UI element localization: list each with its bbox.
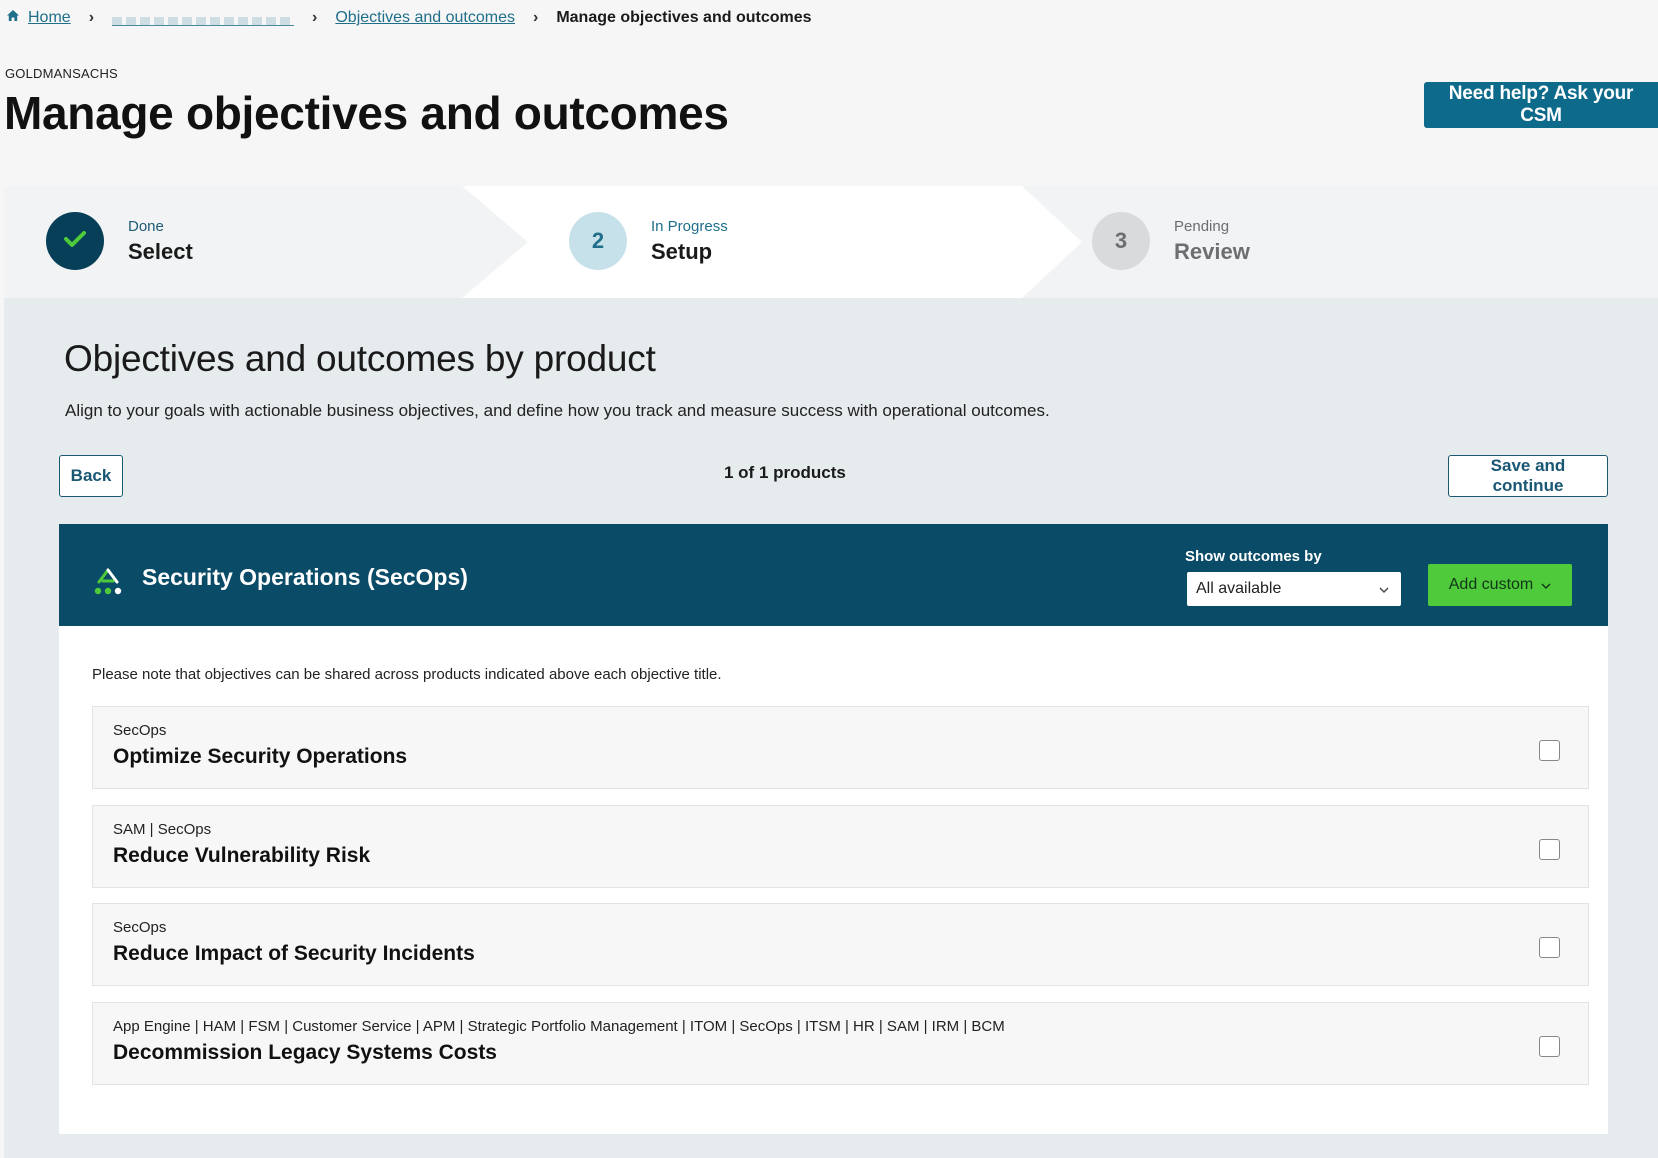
show-outcomes-value: All available xyxy=(1196,580,1282,597)
objective-item[interactable]: SecOps Optimize Security Operations xyxy=(92,706,1589,789)
help-csm-button[interactable]: Need help? Ask your CSM xyxy=(1424,82,1658,128)
step-label: Select xyxy=(128,238,193,264)
step-label: Setup xyxy=(651,238,713,264)
progress-stepper: Done Select 2 In Progress Setup 3 Pendin… xyxy=(4,186,1658,299)
add-custom-button[interactable]: Add custom xyxy=(1428,564,1572,606)
objective-item[interactable]: SecOps Reduce Impact of Security Inciden… xyxy=(92,903,1589,986)
back-button[interactable]: Back xyxy=(59,455,123,497)
step-review[interactable]: 3 Pending Review xyxy=(1092,212,1250,270)
chevron-right-icon: › xyxy=(88,9,95,26)
objective-checkbox[interactable] xyxy=(1539,740,1560,761)
page-title: Manage objectives and outcomes xyxy=(4,87,729,139)
objective-checkbox[interactable] xyxy=(1539,1036,1560,1057)
section-title: Objectives and outcomes by product xyxy=(64,338,656,379)
add-custom-label: Add custom xyxy=(1448,576,1534,593)
checkmark-icon xyxy=(64,228,86,254)
product-name: Security Operations (SecOps) xyxy=(142,564,468,590)
section-description: Align to your goals with actionable busi… xyxy=(65,401,1050,420)
breadcrumb-current: Manage objectives and outcomes xyxy=(556,9,812,26)
product-count: 1 of 1 products xyxy=(724,463,846,482)
objective-products: SecOps xyxy=(113,919,167,936)
objective-title: Optimize Security Operations xyxy=(113,745,408,768)
objective-checkbox[interactable] xyxy=(1539,839,1560,860)
product-card: Security Operations (SecOps) Show outcom… xyxy=(59,524,1608,1134)
save-continue-button[interactable]: Save and continue xyxy=(1448,455,1608,497)
home-icon xyxy=(6,9,20,27)
chevron-down-icon xyxy=(1379,580,1389,598)
main-panel: Objectives and outcomes by product Align… xyxy=(4,298,1658,1158)
step-select[interactable]: Done Select xyxy=(46,212,193,270)
secops-product-icon xyxy=(93,568,123,601)
breadcrumb-objectives-link[interactable]: Objectives and outcomes xyxy=(335,9,515,27)
objective-title: Decommission Legacy Systems Costs xyxy=(113,1041,497,1064)
breadcrumb-home[interactable]: Home xyxy=(6,9,71,27)
chevron-down-icon xyxy=(1541,576,1551,594)
company-name: GOLDMANSACHS xyxy=(5,66,118,81)
show-outcomes-label: Show outcomes by xyxy=(1185,548,1322,565)
chevron-right-icon: › xyxy=(312,9,318,26)
objective-products: SecOps xyxy=(113,722,167,739)
objective-item[interactable]: App Engine | HAM | FSM | Customer Servic… xyxy=(92,1002,1589,1085)
shared-objectives-note: Please note that objectives can be share… xyxy=(92,666,722,683)
objective-checkbox[interactable] xyxy=(1539,937,1560,958)
breadcrumb-home-link[interactable]: Home xyxy=(28,9,71,27)
objective-products: SAM | SecOps xyxy=(113,821,212,838)
chevron-right-icon: › xyxy=(533,9,539,26)
step-setup[interactable]: 2 In Progress Setup xyxy=(569,212,728,270)
objective-products: App Engine | HAM | FSM | Customer Servic… xyxy=(113,1018,1005,1035)
breadcrumb-redacted-link[interactable] xyxy=(112,16,295,26)
step-status: In Progress xyxy=(651,217,728,235)
active-step-background xyxy=(462,186,1082,298)
step-number-circle: 2 xyxy=(569,212,627,270)
show-outcomes-select[interactable]: All available xyxy=(1187,572,1401,606)
step-status: Pending xyxy=(1174,217,1230,235)
breadcrumb: Home › › Objectives and outcomes › Manag… xyxy=(6,6,812,30)
objective-title: Reduce Vulnerability Risk xyxy=(113,844,371,867)
step-status: Done xyxy=(128,217,164,235)
objective-item[interactable]: SAM | SecOps Reduce Vulnerability Risk xyxy=(92,805,1589,888)
step-done-circle xyxy=(46,212,104,270)
step-number-circle: 3 xyxy=(1092,212,1150,270)
step-label: Review xyxy=(1174,238,1250,264)
product-header: Security Operations (SecOps) Show outcom… xyxy=(59,524,1608,626)
objective-title: Reduce Impact of Security Incidents xyxy=(113,942,475,965)
